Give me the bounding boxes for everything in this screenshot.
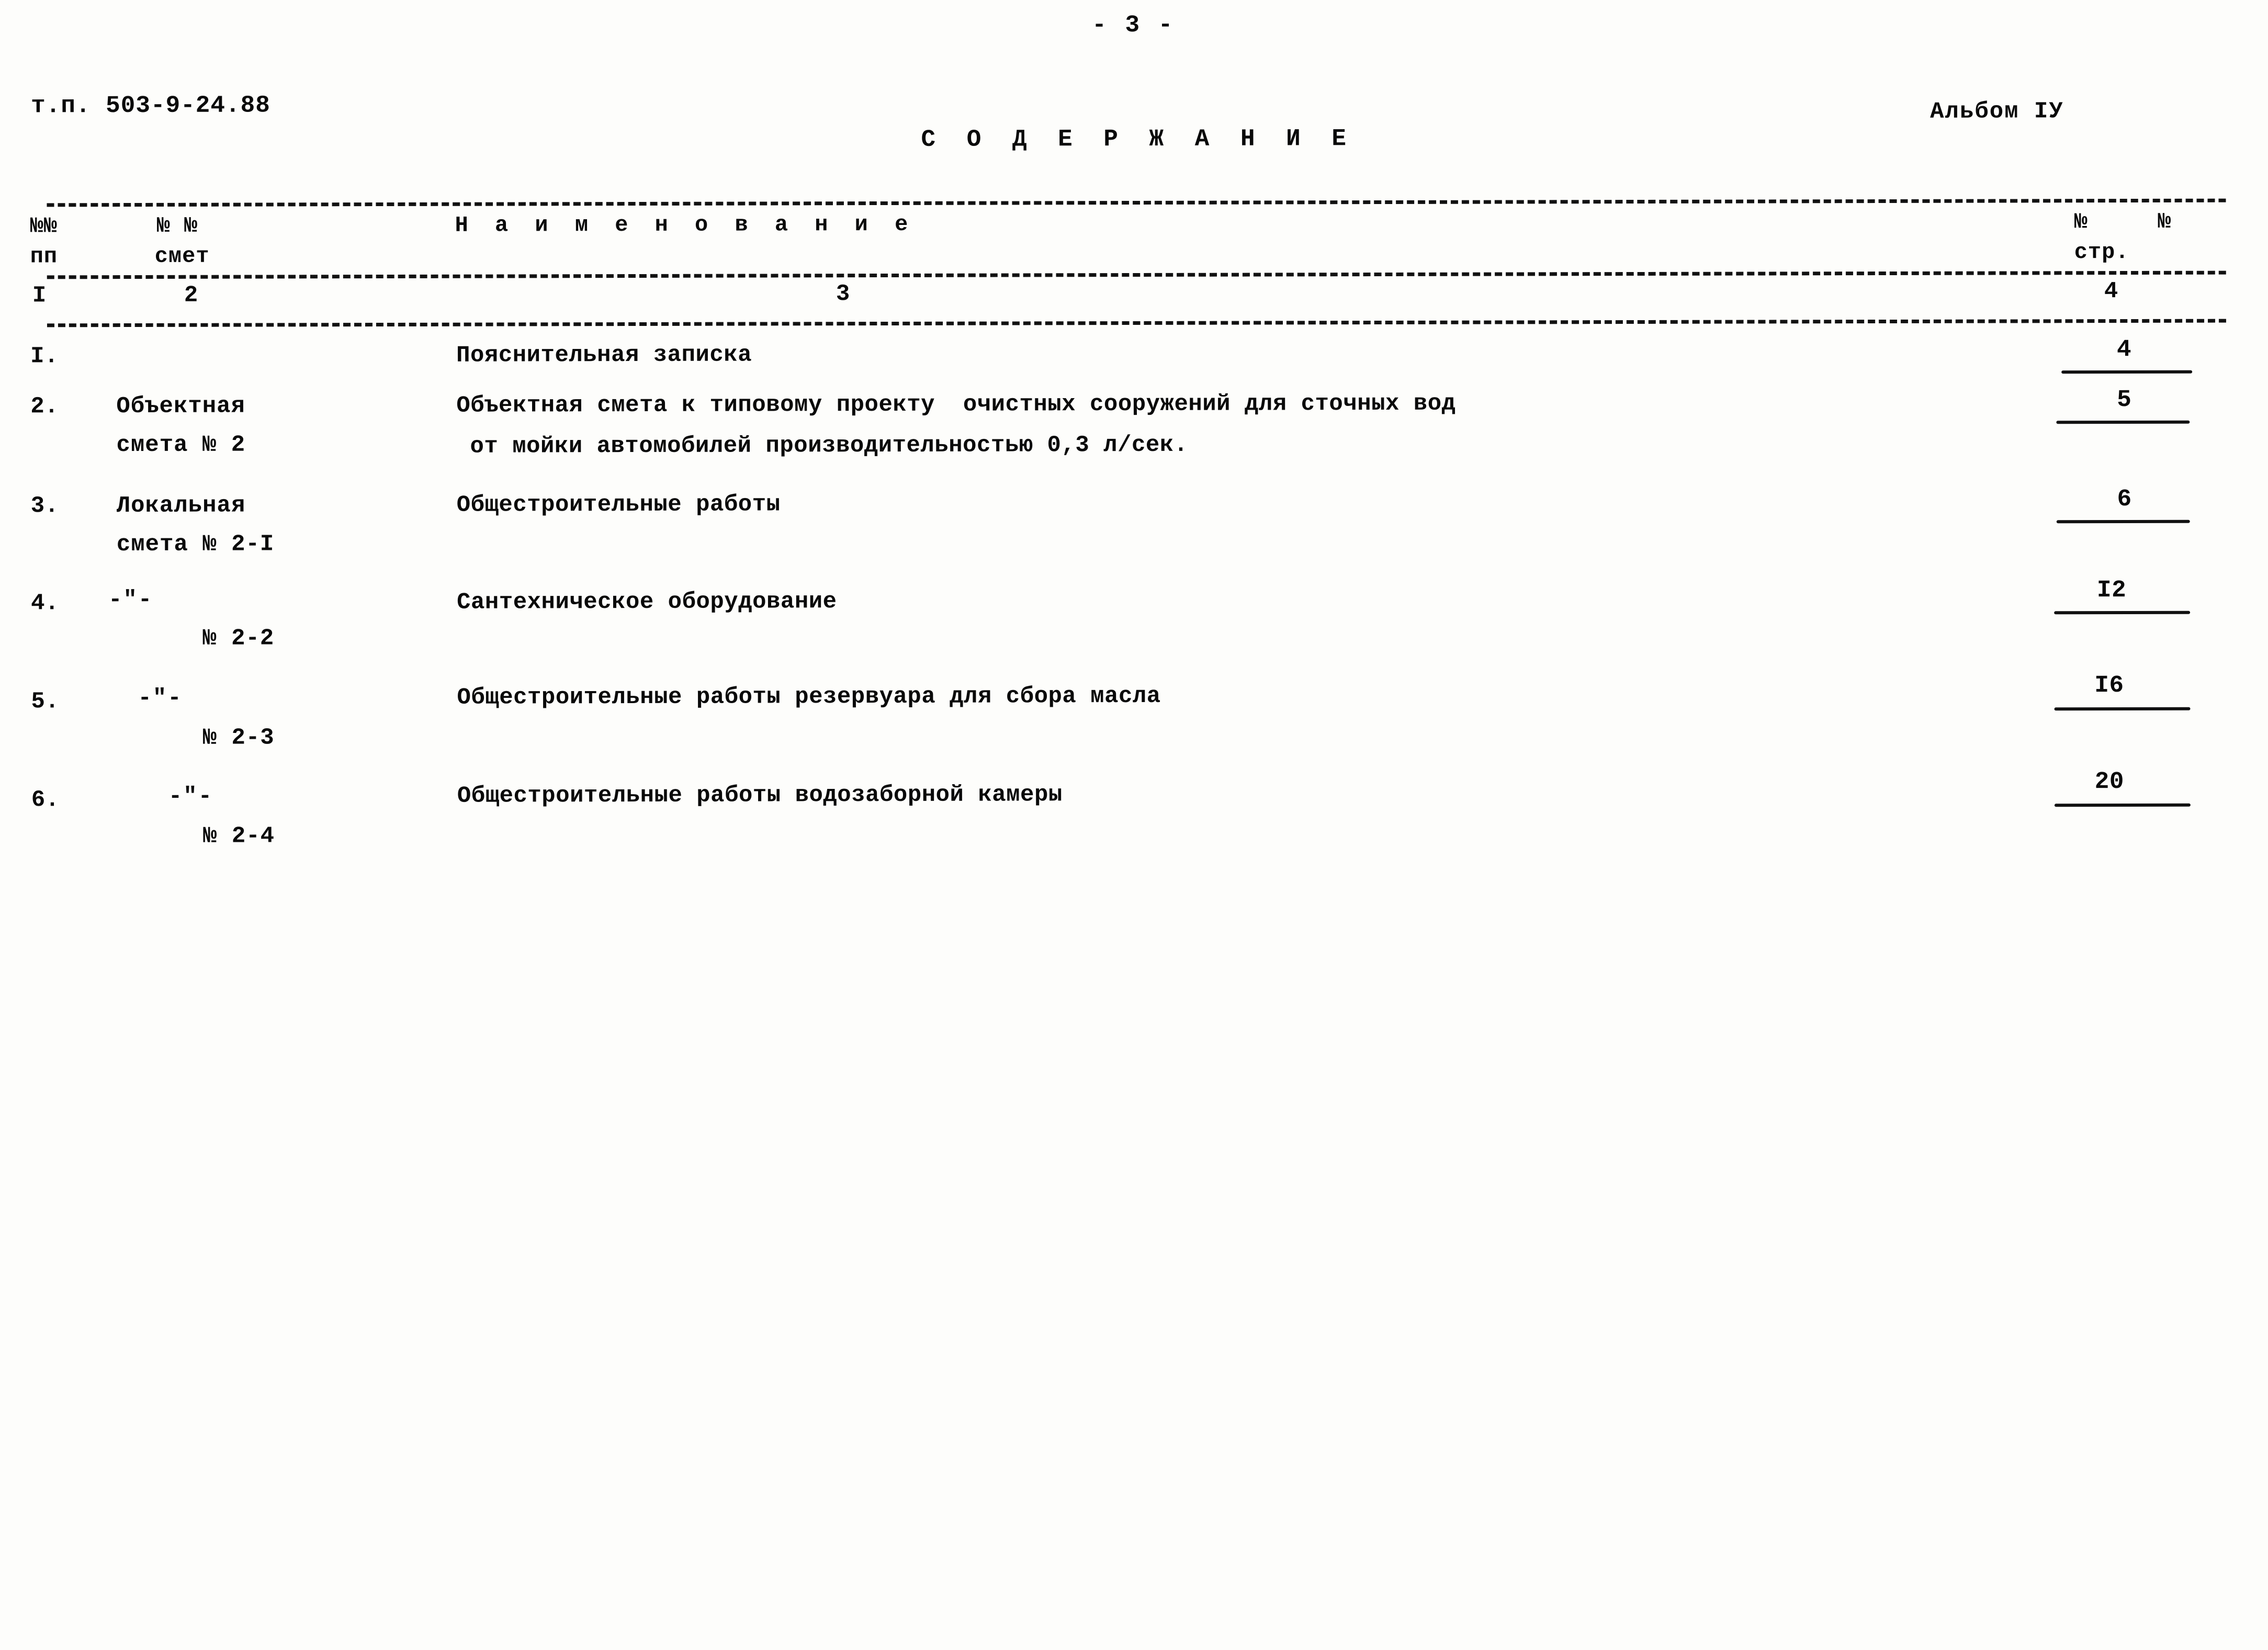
row-page-number: 5 bbox=[2117, 386, 2132, 414]
row-description: Пояснительная записка bbox=[456, 342, 752, 369]
page-folio: - 3 - bbox=[1092, 11, 1175, 39]
page-number-underline bbox=[2054, 611, 2191, 615]
row-description: Объектная смета к типовому проекту очист… bbox=[456, 390, 1456, 419]
row-smeta-line2: № 2-2 bbox=[202, 625, 275, 652]
page-number-underline bbox=[2054, 707, 2191, 711]
row-smeta-line1: Локальная bbox=[116, 492, 246, 519]
column-header-no-pp-line1: №№ bbox=[30, 213, 58, 239]
ditto-mark: -"- bbox=[168, 783, 213, 810]
page-number-underline bbox=[2054, 803, 2191, 807]
page-number-underline bbox=[2056, 420, 2190, 424]
row-smeta-line2: № 2-4 bbox=[202, 823, 275, 850]
column-number-2: 2 bbox=[184, 282, 198, 309]
column-number-3: 3 bbox=[836, 281, 850, 308]
row-smeta-line2: смета № 2-I bbox=[116, 531, 275, 558]
page-number-underline bbox=[2056, 519, 2190, 524]
column-header-no-pp-line2: пп bbox=[30, 244, 58, 269]
table-row: 6. bbox=[31, 787, 60, 813]
column-header-smet-line1: № № bbox=[156, 213, 198, 239]
page-number-underline bbox=[2061, 370, 2193, 374]
document-code: т.п. 503-9-24.88 bbox=[31, 92, 270, 120]
table-row: 2. bbox=[30, 393, 59, 420]
column-header-smet-line2: смет bbox=[154, 243, 210, 269]
row-page-number: 4 bbox=[2116, 336, 2132, 364]
table-row: 5. bbox=[31, 688, 60, 715]
document-page: - 3 - т.п. 503-9-24.88 Альбом IУ С О Д Е… bbox=[0, 0, 2268, 1650]
column-header-page-line2: стр. bbox=[2074, 240, 2129, 265]
page-title: С О Д Е Р Ж А Н И Е bbox=[921, 125, 1355, 153]
album-label: Альбом IУ bbox=[1930, 98, 2064, 125]
row-description: Сантехническое оборудование bbox=[457, 589, 837, 616]
column-number-4: 4 bbox=[2104, 278, 2118, 305]
column-header-page-line1: № № bbox=[2074, 209, 2186, 235]
table-row: 4. bbox=[31, 590, 59, 617]
table-row: 3. bbox=[30, 493, 59, 519]
row-smeta-line2: смета № 2 bbox=[116, 432, 246, 459]
table-rule-top bbox=[47, 198, 2226, 207]
row-description: Общестроительные работы резервуара для с… bbox=[457, 683, 1161, 711]
row-page-number: 20 bbox=[2094, 768, 2124, 796]
row-page-number: I2 bbox=[2096, 577, 2127, 604]
table-row: I. bbox=[30, 343, 59, 370]
table-rule-middle bbox=[47, 270, 2226, 279]
row-smeta-line2: № 2-3 bbox=[202, 725, 275, 751]
row-page-number: I6 bbox=[2094, 672, 2124, 699]
column-header-name: Н а и м е н о в а н и е bbox=[455, 211, 915, 238]
table-rule-bottom bbox=[47, 319, 2226, 327]
column-number-1: I bbox=[32, 282, 47, 309]
ditto-mark: -"- bbox=[108, 586, 153, 614]
ditto-mark: -"- bbox=[138, 685, 183, 711]
row-page-number: 6 bbox=[2117, 485, 2132, 513]
row-description: Общестроительные работы водозаборной кам… bbox=[457, 782, 1063, 809]
row-smeta-line1: Объектная bbox=[116, 393, 245, 420]
row-description-continued: от мойки автомобилей производительностью… bbox=[470, 432, 1188, 460]
row-description: Общестроительные работы bbox=[456, 491, 781, 518]
